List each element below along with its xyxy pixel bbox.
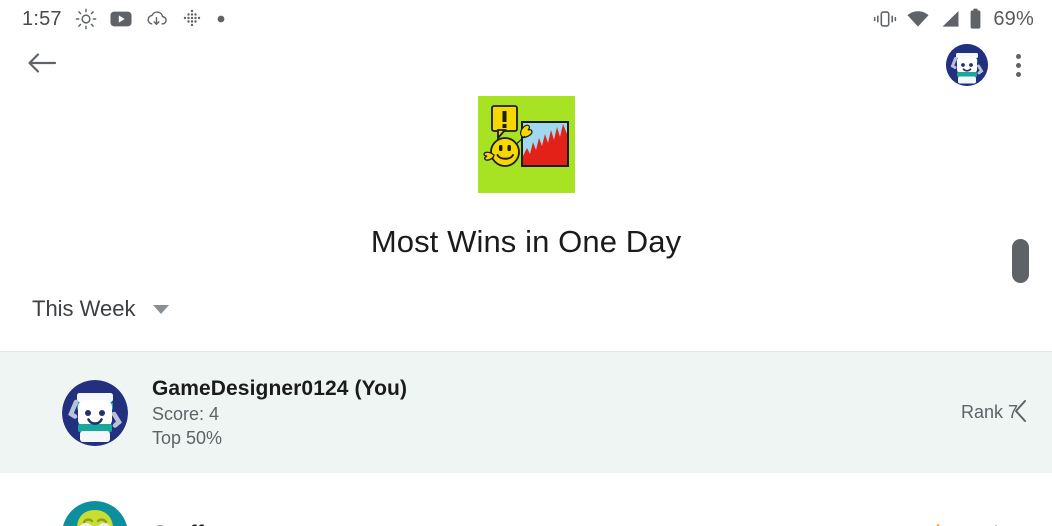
scrollbar-thumb[interactable] (1012, 239, 1029, 283)
battery-icon (969, 8, 982, 30)
avatar[interactable] (946, 44, 988, 86)
avatar (62, 379, 128, 446)
chevron-down-icon (152, 304, 169, 314)
back-gesture-chevron-icon[interactable] (1010, 398, 1034, 424)
brightness-icon (75, 8, 97, 30)
app-bar-actions (946, 43, 1038, 87)
status-bar-left: 1:57 (22, 8, 226, 31)
player-info: Gruff (152, 522, 925, 526)
more-options-icon (1015, 62, 1021, 68)
app-bar (0, 38, 1052, 92)
youtube-icon (110, 11, 132, 27)
timeframe-filter-label: This Week (32, 296, 136, 321)
battery-percent-label: 69% (993, 7, 1034, 30)
page-title: Most Wins in One Day (370, 224, 682, 259)
phone-screen: 1:57 69% Most Wins in One Day This Week … (0, 0, 1052, 526)
avatar (62, 500, 128, 526)
dot-icon (216, 14, 226, 24)
leaderboard-badge-icon (477, 96, 575, 193)
crown-icon (925, 521, 951, 526)
more-options-icon (1015, 53, 1021, 59)
player-info: GameDesigner0124 (You) Score: 4 Top 50% (152, 377, 961, 449)
player-percentile: Top 50% (152, 427, 223, 448)
monkey-avatar (62, 500, 128, 526)
back-button[interactable] (20, 43, 64, 87)
player-name: GameDesigner0124 (You) (152, 376, 408, 400)
user-avatar-image (946, 44, 988, 86)
player-score: Score: 4 (152, 403, 220, 424)
status-bar: 1:57 69% (0, 0, 1052, 38)
player-name: Gruff (152, 522, 925, 526)
achievement-badge-container (0, 96, 1052, 193)
table-row[interactable]: GameDesigner0124 (You) Score: 4 Top 50% … (0, 352, 1052, 473)
cellular-signal-icon (939, 10, 960, 28)
status-bar-right: 69% (873, 8, 1034, 31)
status-clock: 1:57 (22, 7, 62, 30)
cloud-download-icon (145, 9, 168, 29)
dots-pattern-icon (181, 8, 203, 30)
more-options-icon (1015, 71, 1021, 77)
table-row[interactable]: Gruff Rank 1 (0, 473, 1052, 526)
leaderboard-list: GameDesigner0124 (You) Score: 4 Top 50% … (0, 351, 1052, 526)
wifi-icon (906, 10, 930, 28)
player-rank: Rank 1 (925, 521, 1018, 526)
more-options-button[interactable] (998, 43, 1038, 87)
timeframe-filter-dropdown[interactable]: This Week (32, 296, 169, 322)
vibrate-icon (873, 9, 897, 29)
robot-avatar (62, 379, 128, 446)
back-arrow-icon (27, 50, 57, 81)
